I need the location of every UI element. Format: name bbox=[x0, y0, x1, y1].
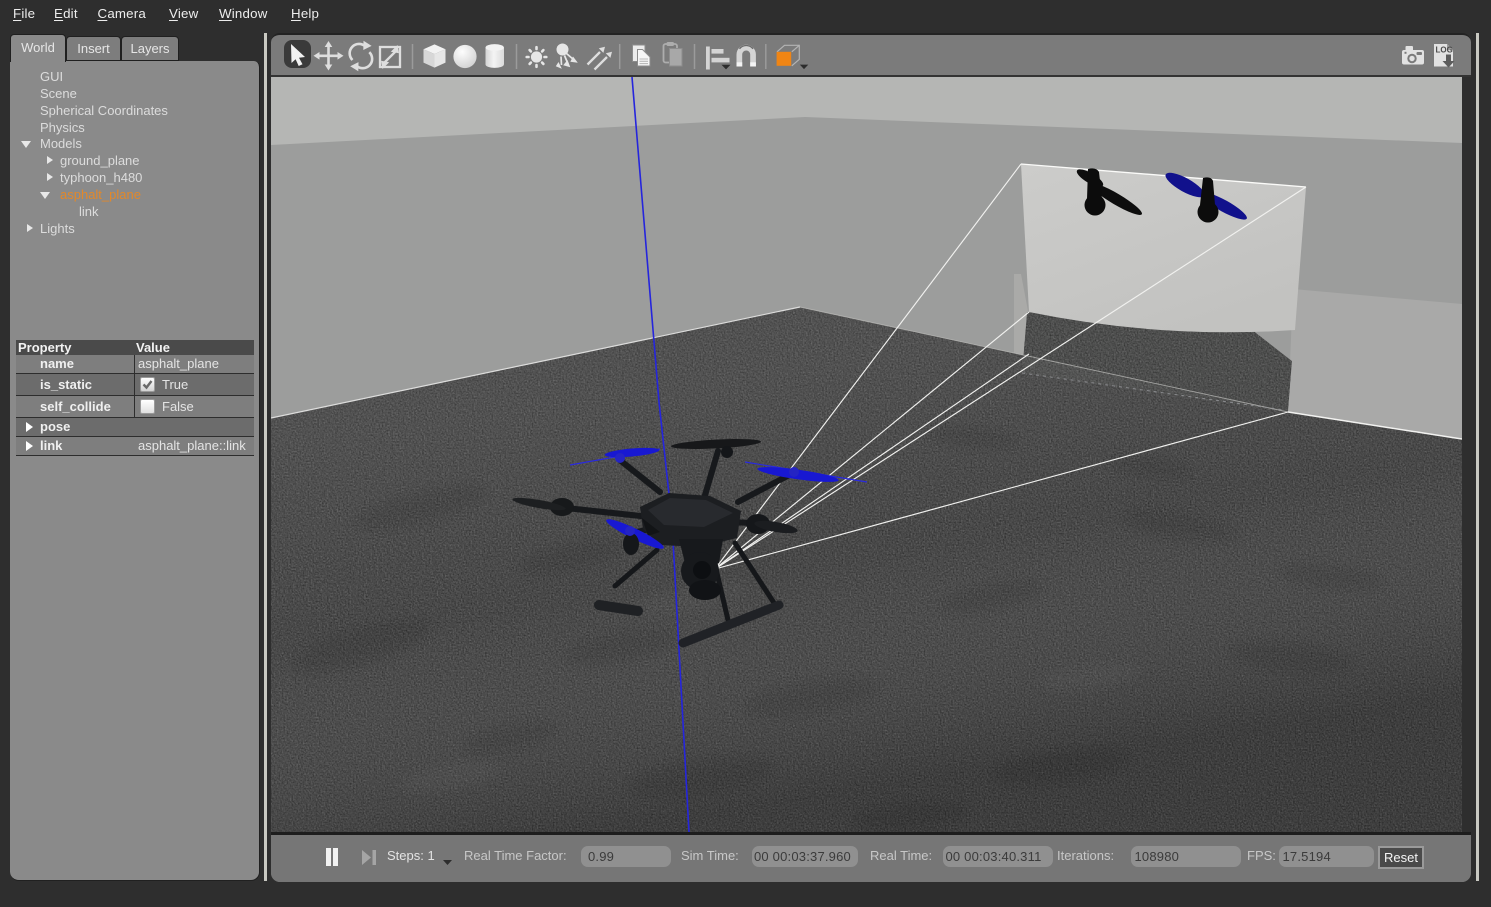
svg-text:LOG: LOG bbox=[1436, 46, 1453, 55]
